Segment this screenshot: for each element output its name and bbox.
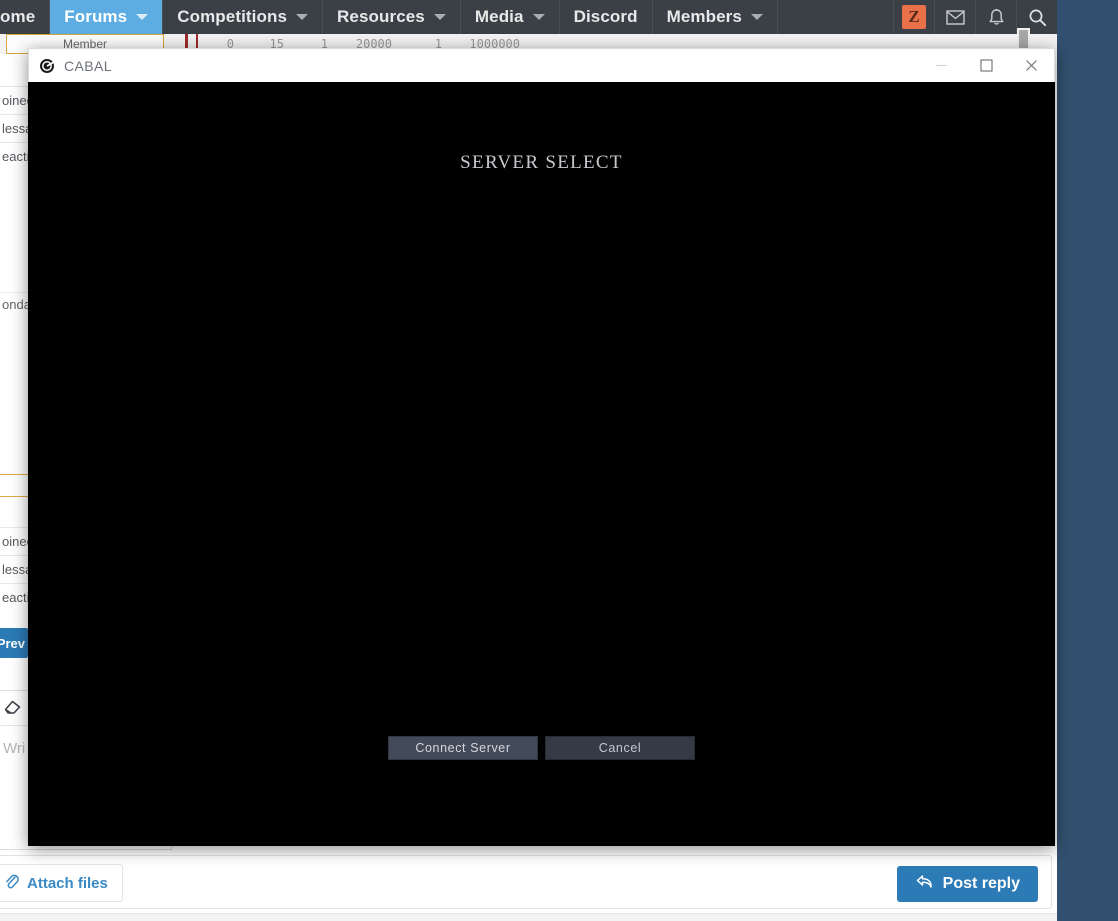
nav-item-media[interactable]: Media [461, 0, 560, 34]
reply-actions-bar: Attach files Post reply [0, 855, 1052, 909]
stat-label-reactions: eacti [2, 149, 30, 164]
nav-item-media-label: Media [474, 7, 524, 26]
nav-spacer [778, 0, 894, 34]
chevron-down-icon [296, 14, 309, 20]
nav-right-group: Z [894, 0, 1057, 34]
attach-files-button[interactable]: Attach files [0, 864, 123, 902]
server-select-actions: Connect Server Cancel [28, 736, 1055, 760]
chevron-down-icon [532, 14, 545, 20]
nav-item-discord[interactable]: Discord [560, 0, 653, 34]
avatar-initial: Z [902, 5, 926, 29]
cancel-button[interactable]: Cancel [545, 736, 695, 760]
nav-item-forums-label: Forums [64, 7, 128, 26]
nav-item-members-label: Members [666, 7, 742, 26]
post-reply-label: Post reply [942, 875, 1020, 892]
nav-item-resources[interactable]: Resources [323, 0, 461, 34]
nav-item-discord-label: Discord [573, 7, 638, 26]
chevron-down-icon [750, 14, 763, 20]
cabal-logo-icon [39, 58, 55, 74]
maximize-icon[interactable] [964, 49, 1009, 82]
nav-item-forums[interactable]: Forums [50, 0, 164, 34]
close-icon[interactable] [1009, 49, 1054, 82]
cancel-label: Cancel [598, 741, 642, 755]
stat-label-reactions: eacti [2, 590, 30, 605]
minimize-icon[interactable] [919, 49, 964, 82]
nav-item-home[interactable]: ome [0, 0, 51, 34]
connect-server-label: Connect Server [415, 741, 511, 755]
envelope-icon[interactable] [935, 0, 976, 34]
window-titlebar[interactable]: CABAL [28, 48, 1055, 82]
nav-item-competitions[interactable]: Competitions [163, 0, 324, 34]
eraser-icon[interactable] [3, 697, 23, 719]
cabal-game-window: CABAL SERVER SELECT Connect Server Cance… [28, 48, 1055, 846]
reply-arrow-icon [915, 873, 934, 895]
nav-item-resources-label: Resources [337, 7, 425, 26]
window-title: CABAL [64, 57, 112, 74]
window-controls [919, 49, 1054, 82]
user-avatar[interactable]: Z [894, 0, 935, 34]
site-navigation-bar: ome Forums Competitions Resources Media … [0, 0, 1057, 34]
bell-icon[interactable] [976, 0, 1017, 34]
pagination-prev-button[interactable]: Prev [0, 628, 28, 658]
page-footer-edge [0, 913, 1057, 921]
paperclip-icon [4, 873, 19, 894]
pagination-prev-label: Prev [0, 635, 25, 651]
post-reply-button[interactable]: Post reply [896, 866, 1038, 902]
chevron-down-icon [433, 14, 446, 20]
attach-files-label: Attach files [27, 874, 108, 892]
desktop-root: ome Forums Competitions Resources Media … [0, 0, 1118, 921]
connect-server-button[interactable]: Connect Server [388, 736, 538, 760]
game-screen: SERVER SELECT Connect Server Cancel [28, 82, 1055, 846]
chevron-down-icon [136, 14, 149, 20]
nav-item-home-label: ome [0, 7, 36, 26]
nav-item-competitions-label: Competitions [177, 7, 288, 26]
server-select-heading: SERVER SELECT [460, 152, 623, 173]
nav-item-members[interactable]: Members [653, 0, 778, 34]
